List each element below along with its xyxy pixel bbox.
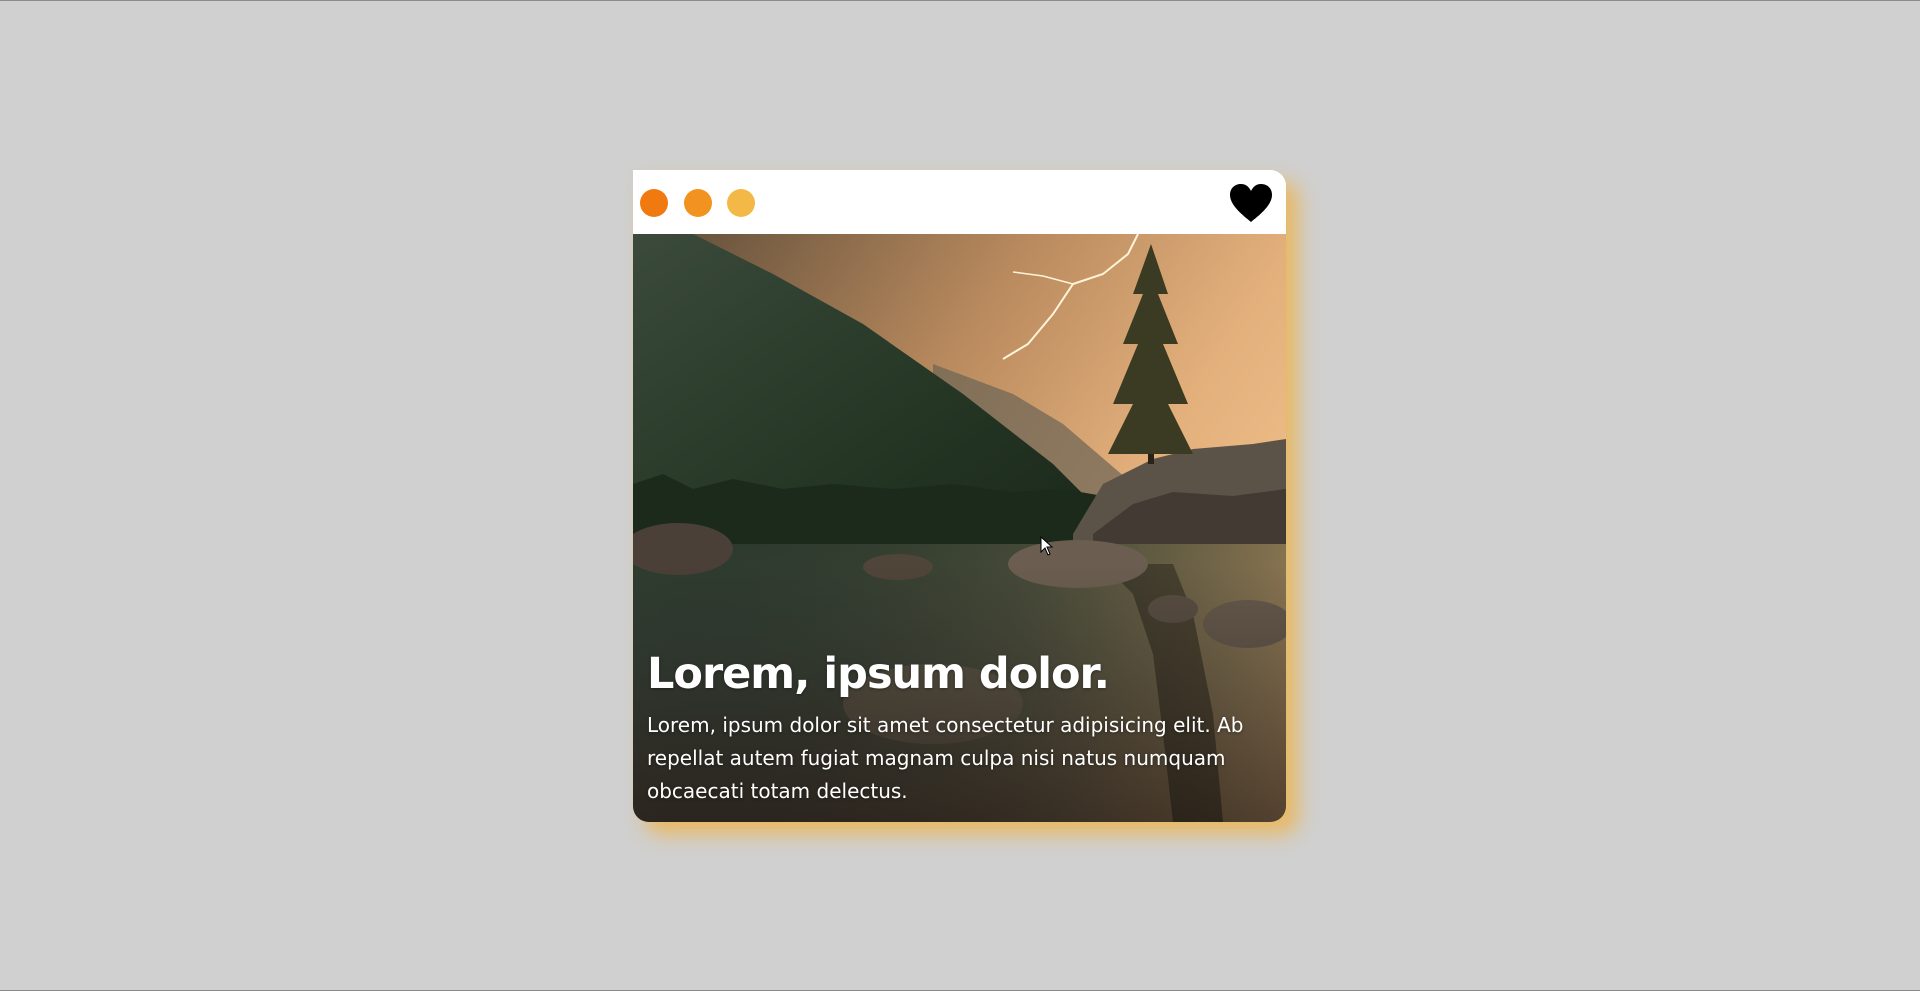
window-dot-2[interactable] — [684, 189, 712, 217]
card-title: Lorem, ipsum dolor. — [647, 648, 1110, 699]
window-dot-1[interactable] — [640, 189, 668, 217]
mouse-cursor-icon — [1040, 536, 1054, 556]
card-description: Lorem, ipsum dolor sit amet consectetur … — [647, 713, 1244, 803]
landscape-image: Lorem, ipsum dolor. Lorem, ipsum dolor s… — [633, 234, 1286, 822]
card-header — [633, 170, 1286, 234]
heart-icon[interactable] — [1228, 183, 1274, 223]
window-dot-3[interactable] — [727, 189, 755, 217]
image-card: Lorem, ipsum dolor. Lorem, ipsum dolor s… — [633, 170, 1286, 822]
card-text: Lorem, ipsum dolor. Lorem, ipsum dolor s… — [647, 648, 1270, 808]
